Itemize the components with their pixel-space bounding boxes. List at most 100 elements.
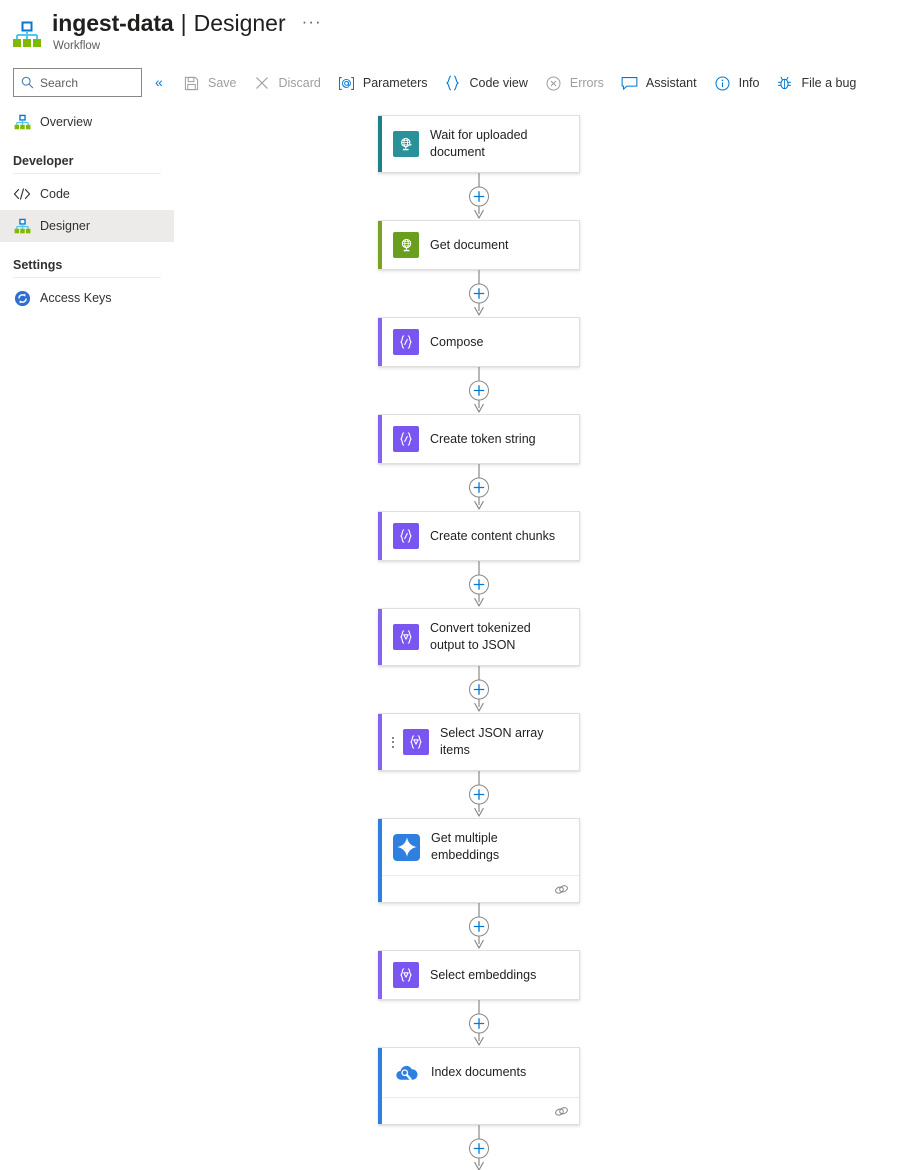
node-title: Get multiple embeddings (431, 831, 500, 862)
chain-link-icon[interactable] (554, 1105, 569, 1118)
node-footer (378, 1097, 579, 1124)
node-status-strip (378, 116, 382, 172)
node-header[interactable]: Get document (378, 221, 579, 269)
node-header[interactable]: Select JSON array items (378, 714, 579, 770)
info-circle-icon (713, 74, 732, 93)
search-placeholder: Search (40, 75, 79, 90)
chain-link-icon (555, 884, 568, 894)
code-view-button[interactable]: Code view (443, 68, 536, 98)
sidebar-item-overview[interactable]: Overview (0, 106, 174, 138)
node-title: Create token string (430, 431, 536, 446)
sidebar-item-label: Access Keys (40, 291, 112, 305)
more-options-button[interactable]: ··· (302, 13, 322, 30)
save-button[interactable]: Save (182, 68, 246, 98)
workflow-node[interactable]: Convert tokenized output to JSON (378, 608, 580, 666)
workflow-node[interactable]: Get multiple embeddings (378, 818, 580, 903)
discard-button[interactable]: Discard (253, 68, 330, 98)
workflow-node[interactable]: Create token string (378, 414, 580, 464)
sitemap-icon (13, 113, 31, 131)
chain-link-icon (555, 1106, 568, 1116)
node-header[interactable]: Get multiple embeddings (378, 819, 579, 875)
code-view-label: Code view (469, 76, 528, 90)
errors-button[interactable]: Errors (544, 68, 613, 98)
cloud-search-icon (393, 1059, 420, 1086)
sidebar-item-access-keys[interactable]: Access Keys (0, 282, 174, 314)
assistant-button[interactable]: Assistant (620, 68, 706, 98)
node-header[interactable]: Select embeddings (378, 951, 579, 999)
collapse-menu-button[interactable]: « (155, 72, 163, 92)
globe-action-icon (401, 238, 411, 251)
connector (463, 367, 495, 414)
add-step-button[interactable] (469, 1014, 489, 1034)
workflow-node[interactable]: Index documents (378, 1047, 580, 1125)
node-status-strip (378, 415, 382, 463)
search-icon (21, 76, 34, 89)
connector (463, 270, 495, 317)
workflow-node[interactable]: Wait for uploaded document (378, 115, 580, 173)
add-step-button[interactable] (469, 575, 489, 595)
workflow-node[interactable]: Get document (378, 220, 580, 270)
compose-icon (393, 329, 419, 355)
node-header[interactable]: Compose (378, 318, 579, 366)
close-icon (253, 74, 272, 93)
bug-icon (775, 74, 794, 93)
globe-trigger-icon (393, 131, 419, 157)
compose-icon (393, 426, 419, 452)
add-step-button[interactable] (469, 680, 489, 700)
compose-icon (400, 335, 412, 349)
add-step-button[interactable] (469, 381, 489, 401)
workflow-node[interactable]: Select embeddings (378, 950, 580, 1000)
designer-canvas[interactable]: Wait for uploaded document Get document … (174, 100, 900, 1170)
add-step-button[interactable] (469, 187, 489, 207)
info-button[interactable]: Info (713, 68, 769, 98)
node-status-strip (378, 221, 382, 269)
sidebar-divider (13, 277, 161, 278)
connector (463, 464, 495, 511)
select-icon (400, 968, 412, 982)
cloud-search-icon (396, 1065, 418, 1081)
workflow-node[interactable]: Create content chunks (378, 511, 580, 561)
node-header[interactable]: Convert tokenized output to JSON (378, 609, 579, 665)
workflow-node[interactable]: Compose (378, 317, 580, 367)
add-step-button[interactable] (469, 917, 489, 937)
sidebar-group-settings-title: Settings (13, 258, 63, 272)
command-items: Save Discard Parameters Code view Errors… (182, 68, 872, 98)
node-title: Wait for uploaded document (430, 128, 528, 159)
select-icon (393, 624, 419, 650)
parameters-button[interactable]: Parameters (337, 68, 437, 98)
command-bar: Search « Save Discard Parameters Code vi… (0, 68, 900, 168)
page-header: ingest-data | Designer ··· Workflow (0, 0, 900, 64)
file-a-bug-label: File a bug (801, 76, 857, 90)
key-refresh-icon (13, 289, 31, 307)
sidebar-item-designer[interactable]: Designer (0, 210, 174, 242)
workflow-node[interactable]: Select JSON array items (378, 713, 580, 771)
node-header[interactable]: Index documents (378, 1048, 579, 1097)
sidebar-item-code[interactable]: Code (0, 178, 174, 210)
info-label: Info (738, 76, 760, 90)
add-step-button[interactable] (469, 785, 489, 805)
sparkle-icon (396, 837, 417, 857)
node-header[interactable]: Wait for uploaded document (378, 116, 579, 172)
search-box[interactable]: Search (13, 68, 142, 97)
node-title: Compose (430, 334, 484, 349)
select-icon (393, 962, 419, 988)
errors-label: Errors (569, 76, 604, 90)
add-step-button[interactable] (469, 478, 489, 498)
file-a-bug-button[interactable]: File a bug (775, 68, 865, 98)
title-separator: | (180, 10, 187, 36)
sidebar-group-developer-title: Developer (13, 154, 74, 168)
add-step-button[interactable] (469, 284, 489, 304)
sidebar-item-label: Overview (40, 115, 93, 129)
chain-link-icon[interactable] (554, 883, 569, 896)
connector (463, 561, 495, 608)
node-header[interactable]: Create token string (378, 415, 579, 463)
node-header[interactable]: Create content chunks (378, 512, 579, 560)
drag-handle-icon[interactable] (389, 733, 397, 751)
connector (463, 173, 495, 220)
node-title: Get document (430, 237, 509, 252)
discard-label: Discard (278, 76, 321, 90)
connector (463, 771, 495, 818)
node-title: Select embeddings (430, 967, 537, 982)
add-step-button[interactable] (469, 1139, 489, 1159)
node-status-strip (378, 819, 382, 902)
